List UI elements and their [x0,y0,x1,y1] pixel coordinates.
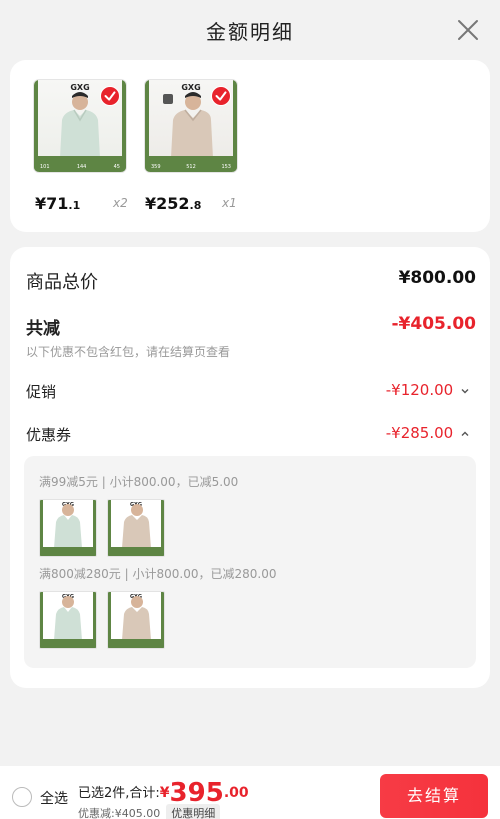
coupon-label: 优惠券 [26,426,72,444]
discount-detail-tag[interactable]: 优惠明细 [166,804,221,819]
coupon-row-toggle[interactable]: -¥285.00 [386,424,470,442]
product-stats: 101 144 45 [40,164,120,170]
promo-value: -¥120.00 [385,381,454,399]
product-stats: 359 512 153 [151,164,231,170]
coupon-product-thumbnail: GXG [39,591,97,649]
model-image [54,504,82,548]
coupon-value: -¥285.00 [385,424,454,442]
coupon-rule: 满800减280元 | 小计800.00，已减280.00 [39,567,277,581]
checked-icon[interactable] [211,86,231,106]
total-label: 商品总价 [26,272,98,293]
checked-icon[interactable] [100,86,120,106]
coupon-rule: 满99减5元 | 小计800.00，已减5.00 [39,475,239,489]
discount-value: -¥405.00 [391,314,477,334]
saved-amount: 优惠减:¥405.00 [78,807,161,819]
coupon-product-thumbnail: GXG [39,499,97,557]
selected-count-text: 已选2件,合计: [78,786,160,801]
coupon-product-thumbnail: GXG [107,499,165,557]
product-quantity: x2 [113,196,128,210]
modal-title: 金额明细 [206,20,294,44]
total-value: ¥800.00 [398,268,476,288]
product-thumbnail[interactable]: GXG 101 144 45 [33,79,127,173]
chevron-down-icon [461,388,469,393]
select-all-label[interactable]: 全选 [40,788,68,808]
model-image [54,596,82,640]
saved-line: 优惠减:¥405.00 优惠明细 [78,804,221,819]
product-thumbnail[interactable]: GXG 359 512 153 [144,79,238,173]
product-price: ¥71.1 [35,194,81,213]
coupon-detail-box: 满99减5元 | 小计800.00，已减5.00 GXG GXG 满800减28… [24,456,476,668]
products-card: GXG 101 144 45 ¥71.1 x2 GXG 359 512 153 … [10,60,490,232]
chevron-up-icon [461,431,469,436]
checkout-button[interactable]: 去结算 [380,774,488,818]
discount-label: 共减 [26,319,60,339]
price-detail-card: 商品总价 ¥800.00 共减 -¥405.00 以下优惠不包含红包，请在结算页… [10,247,490,688]
model-image [122,596,151,640]
coupon-product-thumbnail: GXG [107,591,165,649]
close-icon[interactable] [456,18,480,42]
promo-row-toggle[interactable]: -¥120.00 [386,381,470,399]
model-image [122,504,151,548]
product-price: ¥252.8 [145,194,202,213]
promo-label: 促销 [26,383,57,401]
modal-header: 金额明细 [0,0,500,60]
checkout-bar: 全选 已选2件,合计:¥395.00 优惠减:¥405.00 优惠明细 去结算 [0,766,500,819]
select-all-radio[interactable] [12,787,32,807]
discount-note: 以下优惠不包含红包，请在结算页查看 [26,345,231,359]
product-quantity: x1 [222,196,237,210]
